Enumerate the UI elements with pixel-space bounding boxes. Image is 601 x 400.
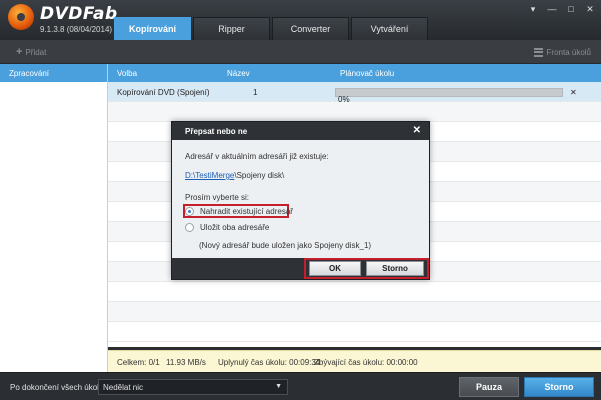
progress-bar: 0% [335, 88, 563, 104]
tab-kopirovani[interactable]: Kopírování [114, 17, 191, 40]
radio-icon[interactable] [185, 223, 194, 232]
row-option: Kopírování DVD (Spojení) [117, 88, 210, 97]
dialog-title: Přepsat nebo ne [185, 126, 248, 136]
status-total: Celkem: 0/1 [117, 358, 160, 367]
path-rest: \Spojeny disk\ [234, 171, 285, 180]
cancel-button[interactable]: Storno [366, 261, 424, 276]
empty-row [108, 282, 601, 302]
app-brand: DVDFab [40, 4, 118, 24]
queue-list-icon [533, 47, 543, 57]
option-replace[interactable]: Nahradit existující adresář [185, 207, 293, 216]
add-button[interactable]: + Přidat [8, 43, 54, 61]
table-header: Volba Název Plánovač úkolu [108, 64, 601, 82]
dialog-message: Adresář v aktuálním adresáři již existuj… [185, 152, 329, 161]
remove-task-icon[interactable]: ✕ [570, 88, 577, 97]
close-window-icon[interactable]: ✕ [585, 4, 595, 15]
status-remaining: Zbývající čas úkolu: 00:00:00 [314, 358, 418, 367]
queue-button-label: Fronta úkolů [546, 47, 591, 57]
queue-button[interactable]: Fronta úkolů [533, 43, 591, 61]
after-completion-label: Po dokončení všech úkolů: [10, 383, 106, 392]
tab-converter[interactable]: Converter [272, 17, 349, 40]
app-header: DVDFab 9.1.3.8 (08/04/2014) Kopírování R… [0, 0, 601, 40]
tab-vytvareni[interactable]: Vytváření [351, 17, 428, 40]
plus-icon: + [16, 46, 23, 58]
radio-icon[interactable] [185, 207, 194, 216]
dialog-prompt: Prosím vyberte si: [185, 193, 250, 202]
ok-button[interactable]: OK [309, 261, 361, 276]
column-name: Název [227, 69, 250, 78]
stop-button[interactable]: Storno [524, 377, 594, 397]
dialog-path: D:\TestiMerge\Spojeny disk\ [185, 171, 284, 180]
disc-logo-icon [8, 4, 34, 30]
column-scheduler: Plánovač úkolu [340, 69, 395, 78]
toolbar: + Přidat Fronta úkolů [0, 40, 601, 64]
add-button-label: Přidat [25, 47, 47, 57]
dialog-body: Adresář v aktuálním adresáři již existuj… [172, 140, 429, 258]
pause-button[interactable]: Pauza [459, 377, 519, 397]
column-option: Volba [117, 69, 138, 78]
dialog-note: (Nový adresář bude uložen jako Spojeny d… [199, 241, 372, 250]
table-row[interactable]: Kopírování DVD (Spojení) 1 0% ✕ [108, 82, 601, 104]
app-version: 9.1.3.8 (08/04/2014) [40, 25, 113, 34]
status-bar: Celkem: 0/1 11.93 MB/s Uplynulý čas úkol… [108, 350, 601, 372]
footer-bar: Po dokončení všech úkolů: Nedělat nic ▼ … [0, 372, 601, 400]
overwrite-dialog: Přepsat nebo ne ✕ Adresář v aktuálním ad… [171, 121, 430, 280]
close-icon[interactable]: ✕ [413, 125, 421, 136]
path-link[interactable]: D:\TestiMerge [185, 171, 234, 180]
minimize-icon[interactable]: — [547, 4, 557, 15]
option-keep-both[interactable]: Uložit oba adresáře [185, 223, 269, 232]
left-panel-header: Zpracování [0, 64, 107, 82]
window-controls: ▾ — □ ✕ [528, 4, 595, 15]
status-elapsed: Uplynulý čas úkolu: 00:09:34 [218, 358, 321, 367]
after-completion-select[interactable]: Nedělat nic ▼ [98, 379, 288, 395]
empty-row [108, 102, 601, 122]
menu-arrow-icon[interactable]: ▾ [528, 4, 538, 15]
empty-row [108, 322, 601, 342]
left-panel: Zpracování [0, 64, 108, 372]
option-keep-label: Uložit oba adresáře [200, 223, 270, 232]
dialog-titlebar: Přepsat nebo ne ✕ [172, 122, 429, 140]
row-name: 1 [253, 88, 258, 97]
tab-ripper[interactable]: Ripper [193, 17, 270, 40]
maximize-icon[interactable]: □ [566, 4, 576, 15]
option-replace-label: Nahradit existující adresář [200, 207, 293, 216]
dialog-footer: OK Storno [172, 258, 429, 279]
after-completion-value: Nedělat nic [103, 382, 144, 392]
empty-row [108, 302, 601, 322]
status-speed: 11.93 MB/s [166, 358, 206, 367]
mode-tabs: Kopírování Ripper Converter Vytváření [114, 17, 430, 40]
chevron-down-icon: ▼ [275, 383, 282, 390]
